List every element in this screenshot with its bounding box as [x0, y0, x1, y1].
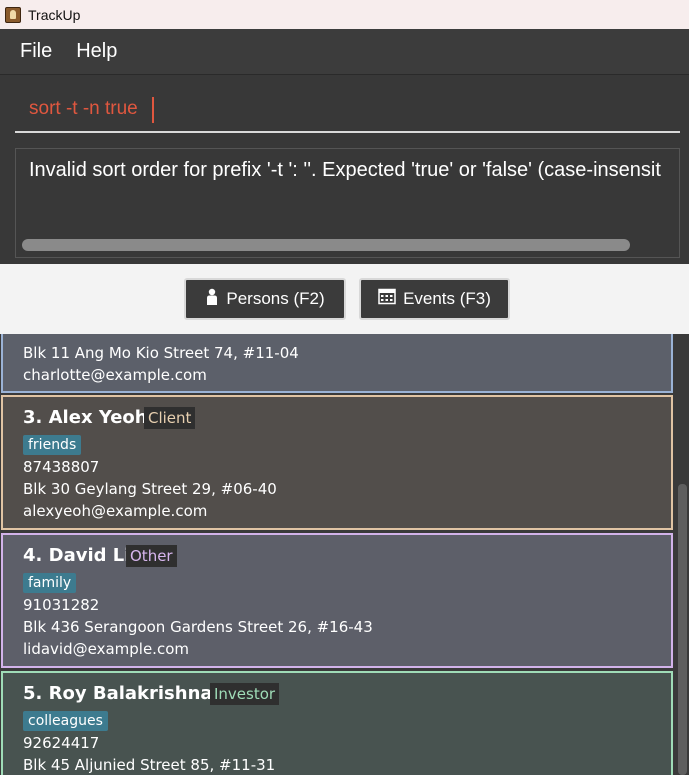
person-phone: 98765432	[23, 334, 99, 335]
person-role-badge: Other	[126, 545, 177, 567]
menu-bar: File Help	[0, 29, 689, 74]
tab-bar: Persons (F2) Events (F3)	[0, 264, 689, 334]
app-logo-icon	[5, 6, 21, 23]
person-card[interactable]: 98765432 Blk 11 Ang Mo Kio Street 74, #1…	[1, 334, 673, 393]
person-name: 4. David Li	[23, 545, 131, 566]
persons-tab-label: Persons (F2)	[226, 289, 325, 308]
vertical-scrollbar-thumb[interactable]	[678, 484, 687, 775]
result-display-area: Invalid sort order for prefix '-t ': ''.…	[0, 140, 689, 264]
person-email: charlotte@example.com	[23, 366, 207, 384]
person-phone: 87438807	[23, 458, 100, 476]
person-address: Blk 11 Ang Mo Kio Street 74, #11-04	[23, 344, 299, 362]
menu-help[interactable]: Help	[76, 40, 117, 63]
text-caret	[152, 97, 154, 123]
menu-file[interactable]: File	[20, 40, 52, 63]
command-box	[0, 74, 689, 140]
person-phone: 92624417	[23, 734, 100, 752]
person-role-badge: Client	[144, 407, 196, 429]
title-bar: TrackUp	[0, 0, 689, 29]
window-title: TrackUp	[28, 6, 81, 23]
person-address: Blk 436 Serangoon Gardens Street 26, #16…	[23, 618, 373, 636]
person-tag: colleagues	[23, 711, 108, 731]
person-card[interactable]: 5. Roy Balakrishnan Investor colleagues …	[1, 671, 673, 775]
calendar-icon	[378, 288, 396, 310]
person-address: Blk 30 Geylang Street 29, #06-40	[23, 480, 277, 498]
horizontal-scrollbar[interactable]	[22, 239, 630, 251]
person-email: lidavid@example.com	[23, 640, 189, 658]
person-email: alexyeoh@example.com	[23, 502, 208, 520]
person-name: 5. Roy Balakrishnan	[23, 683, 226, 704]
person-address: Blk 45 Aljunied Street 85, #11-31	[23, 756, 276, 774]
person-phone: 91031282	[23, 596, 100, 614]
person-role-badge: Investor	[210, 683, 280, 705]
person-tag: friends	[23, 435, 82, 455]
result-message: Invalid sort order for prefix '-t ': ''.…	[29, 159, 661, 181]
events-tab-label: Events (F3)	[403, 289, 491, 308]
person-tag: family	[23, 573, 77, 593]
person-card[interactable]: 4. David Li Other family 91031282 Blk 43…	[1, 533, 673, 668]
person-card[interactable]: 3. Alex Yeoh Client friends 87438807 Blk…	[1, 395, 673, 530]
person-name: 3. Alex Yeoh	[23, 407, 148, 428]
result-display: Invalid sort order for prefix '-t ': ''.…	[15, 148, 680, 258]
events-tab-button[interactable]: Events (F3)	[359, 278, 510, 320]
person-list[interactable]: 98765432 Blk 11 Ang Mo Kio Street 74, #1…	[0, 334, 689, 775]
persons-tab-button[interactable]: Persons (F2)	[184, 278, 346, 320]
command-input[interactable]	[15, 87, 680, 133]
person-icon	[205, 288, 219, 311]
